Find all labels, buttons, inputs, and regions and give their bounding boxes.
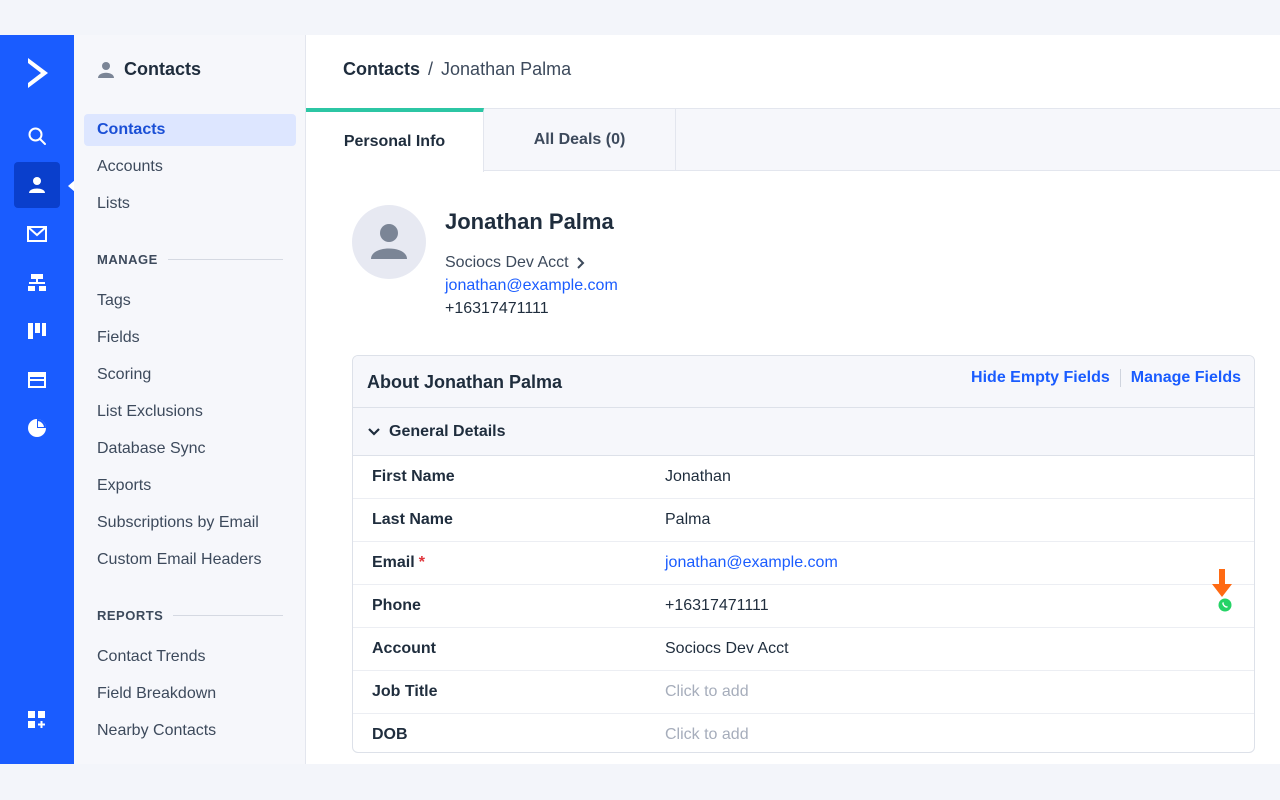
field-label: Last Name [372,511,453,528]
nav-item-accounts[interactable]: Accounts [84,151,296,183]
main-content: Contacts / Jonathan Palma Personal Info … [306,35,1280,764]
field-row-first-name: First Name Jonathan [353,456,1254,499]
nav-item-nearby-contacts[interactable]: Nearby Contacts [84,715,296,747]
about-card-header: About Jonathan Palma Hide Empty Fields M… [353,356,1254,408]
nav-item-lists[interactable]: Lists [84,188,296,220]
field-row-dob: DOB Click to add [353,714,1254,752]
field-label: First Name [372,468,455,485]
section-label-manage: MANAGE [97,252,283,267]
breadcrumb-root-link[interactable]: Contacts [343,59,420,80]
section-label-manage-text: MANAGE [97,252,158,267]
nav-item-contact-trends[interactable]: Contact Trends [84,641,296,673]
contacts-subnav: Contacts Contacts Accounts Lists MANAGE … [74,35,306,764]
breadcrumb-current: Jonathan Palma [441,59,572,79]
field-value[interactable]: Palma [665,511,710,529]
field-row-job-title: Job Title Click to add [353,671,1254,714]
field-value-email-link[interactable]: jonathan@example.com [665,554,838,572]
field-label: Account [372,640,436,657]
field-label-text: Email [372,554,415,571]
about-card-title: About Jonathan Palma [367,372,563,392]
field-value-placeholder[interactable]: Click to add [665,683,749,701]
field-row-email: Email * jonathan@example.com [353,542,1254,585]
contact-account-link[interactable]: Sociocs Dev Acct [445,254,585,272]
field-value[interactable]: +16317471111 [665,597,769,615]
contact-email-link[interactable]: jonathan@example.com [445,277,618,295]
manage-fields-link[interactable]: Manage Fields [1131,369,1241,387]
contact-phone: +16317471111 [445,300,549,317]
field-label: Phone [372,597,421,614]
nav-item-scoring[interactable]: Scoring [84,359,296,391]
about-card-actions: Hide Empty Fields Manage Fields [971,369,1241,387]
reports-pie-icon[interactable] [14,405,60,451]
email-icon[interactable] [14,211,60,257]
chevron-right-icon [576,257,585,269]
general-details-label: General Details [389,422,506,440]
nav-item-exports[interactable]: Exports [84,470,296,502]
automations-icon[interactable] [14,260,60,306]
nav-item-database-sync[interactable]: Database Sync [84,433,296,465]
about-card: About Jonathan Palma Hide Empty Fields M… [352,355,1255,753]
section-label-reports: REPORTS [97,608,283,623]
field-row-phone: Phone +16317471111 [353,569,1254,628]
avatar-person-icon [371,224,407,259]
tabs-bar: Personal Info All Deals (0) [306,108,1280,172]
subnav-header: Contacts [98,59,201,80]
actions-divider [1119,369,1121,387]
nav-item-field-breakdown[interactable]: Field Breakdown [84,678,296,710]
field-row-account: Account Sociocs Dev Acct [353,628,1254,671]
field-label-email: Email * [372,554,425,572]
search-icon[interactable] [14,113,60,159]
field-label: Job Title [372,683,438,700]
person-icon [98,61,114,78]
required-marker: * [418,554,425,571]
apps-grid-icon[interactable] [14,697,60,743]
activecampaign-logo-icon[interactable] [22,55,54,91]
field-value[interactable]: Sociocs Dev Acct [665,640,789,658]
nav-item-subscriptions-by-email[interactable]: Subscriptions by Email [84,507,296,539]
field-value-placeholder[interactable]: Click to add [665,726,749,744]
field-row-last-name: Last Name Palma [353,499,1254,542]
breadcrumb-separator: / [428,59,434,79]
deals-pipeline-icon[interactable] [14,308,60,354]
contact-account-text: Sociocs Dev Acct [445,254,569,271]
nav-item-list-exclusions[interactable]: List Exclusions [84,396,296,428]
whatsapp-icon[interactable] [1218,598,1232,612]
section-label-reports-text: REPORTS [97,608,164,623]
nav-item-contacts[interactable]: Contacts [84,114,296,146]
field-value[interactable]: Jonathan [665,468,731,486]
nav-item-fields[interactable]: Fields [84,322,296,354]
contact-name: Jonathan Palma [445,209,614,234]
app-window: Contacts Contacts Accounts Lists MANAGE … [0,35,1280,764]
contacts-icon[interactable] [14,162,60,208]
general-details-toggle[interactable]: General Details [353,408,1254,456]
hide-empty-fields-link[interactable]: Hide Empty Fields [971,369,1110,387]
website-icon[interactable] [14,357,60,403]
avatar [352,205,426,279]
icon-rail [0,35,75,764]
settings-gear-icon[interactable] [14,747,60,764]
subnav-title: Contacts [124,59,202,79]
nav-item-tags[interactable]: Tags [84,285,296,317]
annotation-arrow-icon [1212,569,1232,597]
field-label: DOB [372,726,408,743]
tab-all-deals[interactable]: All Deals (0) [484,108,676,171]
chevron-down-icon [368,427,380,436]
tab-personal-info[interactable]: Personal Info [306,108,484,172]
breadcrumb: Contacts / Jonathan Palma [343,59,571,80]
nav-item-custom-email-headers[interactable]: Custom Email Headers [84,544,296,576]
